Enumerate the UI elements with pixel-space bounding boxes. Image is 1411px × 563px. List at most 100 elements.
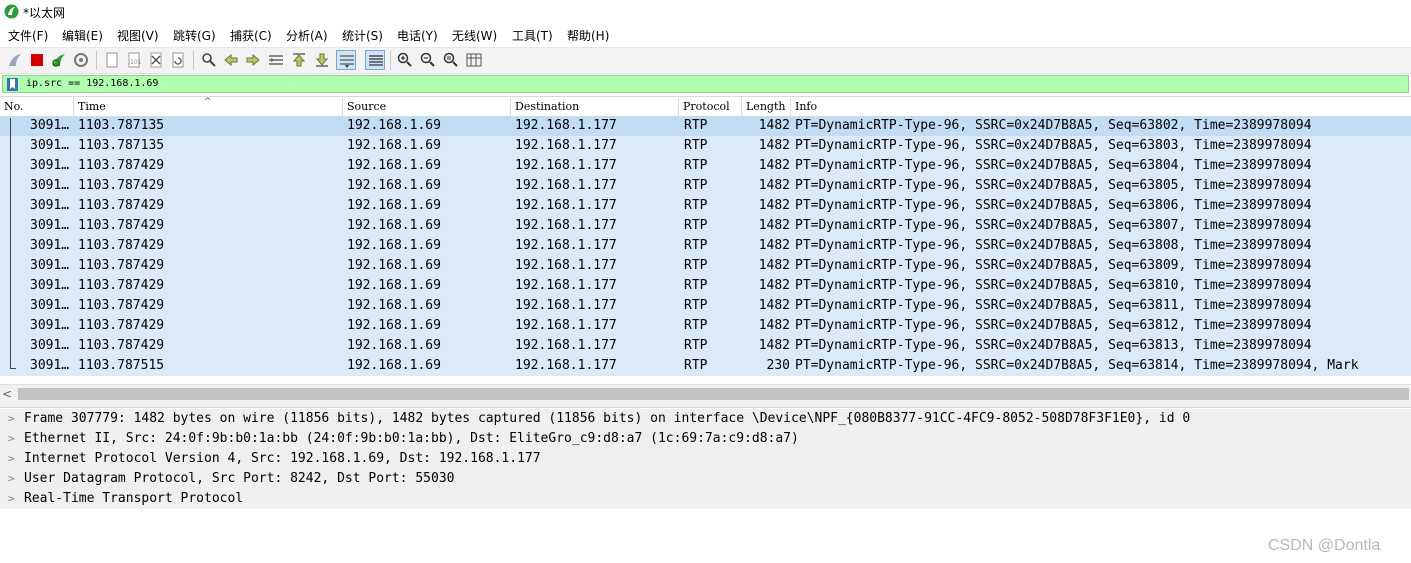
zoom-out-icon[interactable] [418,50,438,70]
colorize-icon[interactable] [365,50,385,70]
menu-capture[interactable]: 捕获(C) [230,27,272,44]
cell-no: 3091… [30,138,70,153]
cell-length: 1482 [758,158,790,173]
autoscroll-icon[interactable] [336,50,356,70]
cell-destination: 192.168.1.177 [515,198,617,213]
table-row[interactable]: 3091… 1103.787135 192.168.1.69 192.168.1… [0,136,1411,156]
cell-info: PT=DynamicRTP-Type-96, SSRC=0x24D7B8A5, … [795,278,1312,293]
cell-protocol: RTP [684,278,708,293]
table-row[interactable]: 3091… 1103.787429 192.168.1.69 192.168.1… [0,156,1411,176]
reload-file-icon[interactable] [168,50,188,70]
zoom-in-icon[interactable] [395,50,415,70]
save-file-icon[interactable]: 101 [124,50,144,70]
cell-protocol: RTP [684,218,708,233]
detail-tree-item-rtp[interactable]: > Real-Time Transport Protocol [0,489,1411,509]
cell-protocol: RTP [684,158,708,173]
menu-telephony[interactable]: 电话(Y) [397,27,438,44]
cell-length: 1482 [758,118,790,133]
cell-no: 3091… [30,278,70,293]
menu-file[interactable]: 文件(F) [8,27,48,44]
cell-destination: 192.168.1.177 [515,118,617,133]
table-row[interactable]: 3091… 1103.787429 192.168.1.69 192.168.1… [0,256,1411,276]
filter-bookmark-icon[interactable] [7,78,18,91]
cell-time: 1103.787429 [78,338,165,353]
table-row[interactable]: 3091… 1103.787429 192.168.1.69 192.168.1… [0,276,1411,296]
table-row[interactable]: 3091… 1103.787429 192.168.1.69 192.168.1… [0,296,1411,316]
column-header-destination[interactable]: Destination [511,97,679,117]
horizontal-scrollbar[interactable]: < [0,384,1411,403]
related-packets-line [10,118,11,368]
table-row[interactable]: 3091… 1103.787515 192.168.1.69 192.168.1… [0,356,1411,376]
packet-list-header: No. Time ^ Source Destination Protocol L… [0,96,1411,118]
packet-list: 3091… 1103.787135 192.168.1.69 192.168.1… [0,116,1411,376]
cell-protocol: RTP [684,238,708,253]
menu-statistics[interactable]: 统计(S) [342,27,383,44]
cell-info: PT=DynamicRTP-Type-96, SSRC=0x24D7B8A5, … [795,318,1312,333]
table-row[interactable]: 3091… 1103.787429 192.168.1.69 192.168.1… [0,236,1411,256]
column-header-length[interactable]: Length [742,97,791,117]
table-row[interactable]: 3091… 1103.787135 192.168.1.69 192.168.1… [0,116,1411,136]
chevron-right-icon[interactable]: > [8,469,15,489]
cell-destination: 192.168.1.177 [515,338,617,353]
table-row[interactable]: 3091… 1103.787429 192.168.1.69 192.168.1… [0,316,1411,336]
menu-go[interactable]: 跳转(G) [173,27,216,44]
normal-size-icon[interactable] [441,50,461,70]
chevron-right-icon[interactable]: > [8,489,15,509]
display-filter-input[interactable]: ip.src == 192.168.1.69 [2,75,1409,93]
cell-protocol: RTP [684,138,708,153]
menu-edit[interactable]: 编辑(E) [62,27,103,44]
chevron-right-icon[interactable]: > [8,449,15,469]
last-packet-icon[interactable] [312,50,332,70]
detail-tree-item-ethernet[interactable]: > Ethernet II, Src: 24:0f:9b:b0:1a:bb (2… [0,429,1411,449]
scroll-left-icon[interactable]: < [2,387,16,401]
detail-tree-item-udp[interactable]: > User Datagram Protocol, Src Port: 8242… [0,469,1411,489]
cell-info: PT=DynamicRTP-Type-96, SSRC=0x24D7B8A5, … [795,218,1312,233]
resize-columns-icon[interactable] [464,50,484,70]
table-row[interactable]: 3091… 1103.787429 192.168.1.69 192.168.1… [0,336,1411,356]
menu-view[interactable]: 视图(V) [117,27,159,44]
close-file-icon[interactable] [146,50,166,70]
scrollbar-thumb[interactable] [18,388,1409,400]
column-header-protocol[interactable]: Protocol [679,97,742,117]
restart-capture-icon[interactable] [49,50,69,70]
first-packet-icon[interactable] [289,50,309,70]
go-forward-icon[interactable] [243,50,263,70]
menu-wireless[interactable]: 无线(W) [452,27,497,44]
cell-no: 3091… [30,358,70,373]
go-to-packet-icon[interactable] [266,50,286,70]
cell-length: 1482 [758,198,790,213]
cell-time: 1103.787429 [78,318,165,333]
capture-options-icon[interactable] [71,50,91,70]
menu-tools[interactable]: 工具(T) [512,27,553,44]
shark-fin-start-icon[interactable] [5,50,25,70]
chevron-right-icon[interactable]: > [8,409,15,429]
cell-info: PT=DynamicRTP-Type-96, SSRC=0x24D7B8A5, … [795,238,1312,253]
open-file-icon[interactable] [102,50,122,70]
cell-source: 192.168.1.69 [347,238,441,253]
toolbar-separator [193,51,194,70]
go-back-icon[interactable] [221,50,241,70]
menu-help[interactable]: 帮助(H) [567,27,609,44]
toolbar-separator [390,51,391,70]
cell-destination: 192.168.1.177 [515,258,617,273]
table-row[interactable]: 3091… 1103.787429 192.168.1.69 192.168.1… [0,216,1411,236]
menu-bar: 文件(F) 编辑(E) 视图(V) 跳转(G) 捕获(C) 分析(A) 统计(S… [0,24,1411,46]
cell-protocol: RTP [684,118,708,133]
detail-tree-item-ipv4[interactable]: > Internet Protocol Version 4, Src: 192.… [0,449,1411,469]
cell-source: 192.168.1.69 [347,258,441,273]
cell-time: 1103.787135 [78,118,165,133]
cell-protocol: RTP [684,298,708,313]
detail-tree-item-frame[interactable]: > Frame 307779: 1482 bytes on wire (1185… [0,409,1411,429]
stop-capture-icon[interactable] [27,50,47,70]
column-header-source[interactable]: Source [343,97,511,117]
menu-analyze[interactable]: 分析(A) [286,27,328,44]
detail-text: Internet Protocol Version 4, Src: 192.16… [24,451,541,466]
table-row[interactable]: 3091… 1103.787429 192.168.1.69 192.168.1… [0,196,1411,216]
column-header-info[interactable]: Info [791,97,1411,117]
column-header-no[interactable]: No. [0,97,74,117]
cell-protocol: RTP [684,258,708,273]
cell-source: 192.168.1.69 [347,318,441,333]
find-packet-icon[interactable] [199,50,219,70]
table-row[interactable]: 3091… 1103.787429 192.168.1.69 192.168.1… [0,176,1411,196]
chevron-right-icon[interactable]: > [8,429,15,449]
